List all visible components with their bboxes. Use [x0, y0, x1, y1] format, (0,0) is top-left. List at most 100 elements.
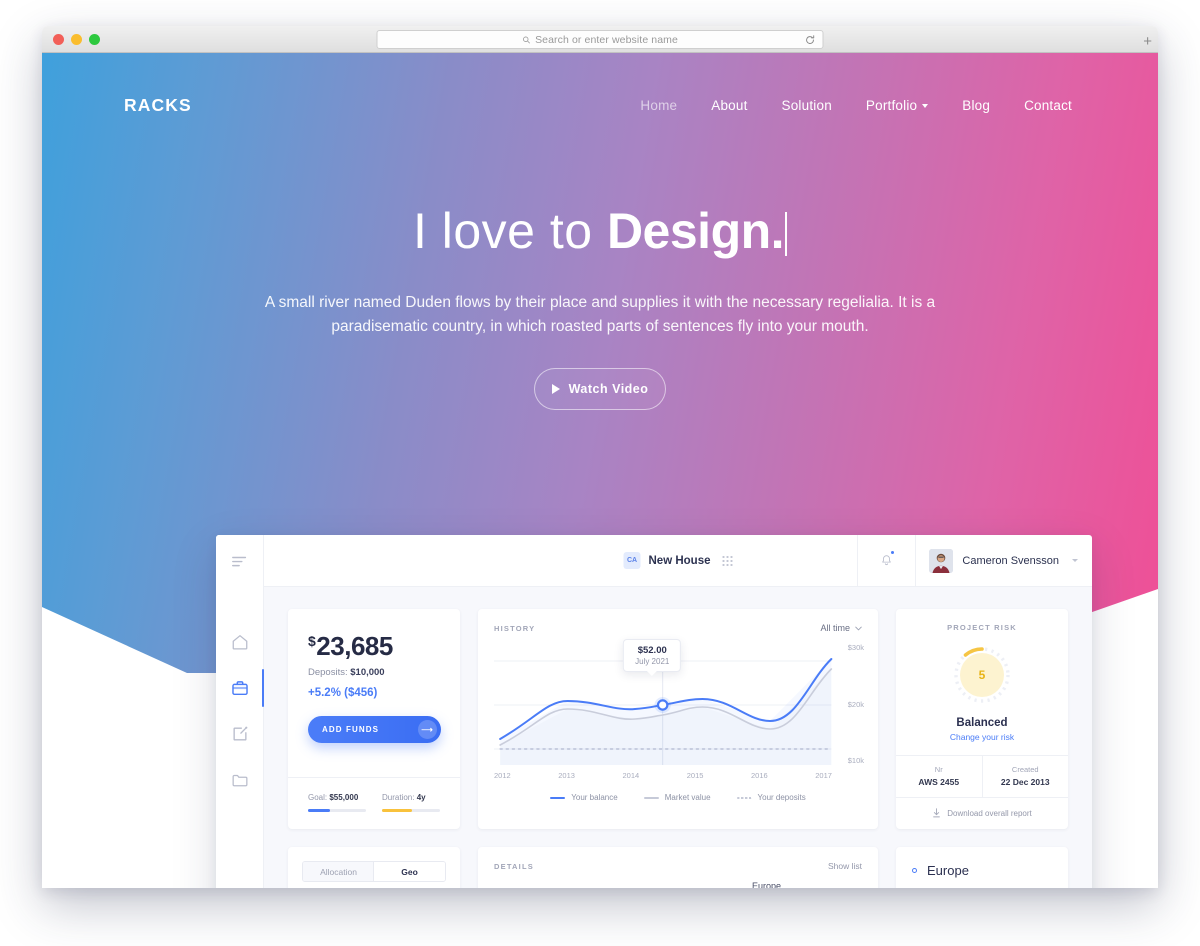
- duration-progress-track: [382, 809, 440, 812]
- world-map-dotted: [498, 877, 748, 888]
- risk-score: 5: [960, 653, 1004, 697]
- sidebar-active-indicator: [261, 669, 264, 707]
- topbar-right: Cameron Svensson: [857, 535, 1092, 586]
- minimize-window-button[interactable]: [71, 33, 82, 45]
- goal-progress-track: [308, 809, 366, 812]
- hero-title-bold: Design.: [606, 203, 785, 259]
- balance-card: $23,685 Deposits: $10,000 +5.2% ($456) A…: [288, 609, 460, 829]
- details-region-row: Europe 45%: [752, 881, 860, 888]
- details-header: DETAILS Show list: [494, 861, 862, 871]
- tab-allocation[interactable]: Allocation: [303, 862, 374, 881]
- site-logo[interactable]: RACKS: [124, 95, 192, 116]
- balance-card-footer: Goal: $55,000 Duration: 4y: [288, 777, 460, 829]
- nav-item-blog[interactable]: Blog: [962, 98, 990, 113]
- watch-video-label: Watch Video: [568, 382, 649, 397]
- change-risk-link[interactable]: Change your risk: [908, 732, 1056, 742]
- nav-item-home[interactable]: Home: [640, 98, 677, 113]
- x-tick-3: 2015: [686, 771, 704, 780]
- tab-geo[interactable]: Geo: [374, 862, 445, 881]
- dashboard-main: CA New House Cameron Svensson $23,685 De…: [264, 535, 1092, 888]
- history-y-axis: $30k $20k $10k: [848, 643, 864, 765]
- new-tab-button[interactable]: +: [1143, 34, 1152, 49]
- allocation-card: Allocation Geo: [288, 847, 460, 888]
- avatar-image: [929, 548, 954, 573]
- region-legend-row: Europe: [912, 863, 1052, 878]
- user-menu[interactable]: Cameron Svensson: [915, 535, 1092, 586]
- briefcase-icon: [231, 681, 248, 696]
- browser-titlebar: Search or enter website name +: [42, 26, 1158, 53]
- deposits-label: Deposits:: [308, 667, 351, 678]
- allocation-geo-toggle: Allocation Geo: [302, 861, 446, 882]
- nav-item-portfolio[interactable]: Portfolio: [865, 97, 929, 113]
- watch-video-button[interactable]: Watch Video: [534, 368, 666, 411]
- sidebar-item-briefcase[interactable]: [231, 669, 264, 707]
- menu-icon[interactable]: [231, 553, 249, 571]
- balance-change: +5.2% ($456): [308, 687, 378, 699]
- x-tick-4: 2016: [751, 771, 768, 780]
- download-report-label: Download overall report: [947, 808, 1032, 818]
- show-list-button[interactable]: Show list: [828, 861, 862, 871]
- nav-item-about-label: About: [711, 97, 748, 113]
- browser-window: Search or enter website name + RACKS Hom…: [42, 26, 1158, 888]
- balance-value: 23,685: [316, 631, 393, 661]
- notifications-button[interactable]: [857, 535, 915, 586]
- details-card: DETAILS Show list Europe: [478, 847, 878, 888]
- nav-item-portfolio-label: Portfolio: [865, 97, 918, 113]
- history-range-dropdown[interactable]: All time: [820, 623, 862, 633]
- chevron-down-icon: [1072, 559, 1078, 562]
- risk-gauge: 5: [951, 644, 1013, 706]
- nav-item-contact[interactable]: Contact: [1024, 98, 1072, 113]
- dashboard-row-top: $23,685 Deposits: $10,000 +5.2% ($456) A…: [288, 609, 1068, 829]
- legend-item-market: Market value: [643, 793, 711, 802]
- balance-card-top: $23,685 Deposits: $10,000 +5.2% ($456) A…: [288, 609, 460, 777]
- project-selector[interactable]: CA New House: [623, 552, 733, 569]
- nav-item-solution[interactable]: Solution: [782, 98, 832, 113]
- close-window-button[interactable]: [53, 33, 64, 45]
- x-tick-1: 2013: [558, 771, 575, 780]
- goal-value: $55,000: [329, 793, 359, 802]
- folder-icon[interactable]: [231, 771, 249, 789]
- export-icon[interactable]: [231, 725, 249, 743]
- chevron-down-icon: [922, 104, 929, 108]
- arrow-right-icon: ⟶: [418, 720, 437, 739]
- bell-icon: [882, 555, 892, 566]
- risk-state: Balanced: [956, 717, 1008, 729]
- y-tick-2: $10k: [847, 756, 864, 765]
- history-header: HISTORY All time: [494, 623, 862, 633]
- reload-icon[interactable]: [805, 34, 816, 45]
- add-funds-button[interactable]: ADD FUNDS ⟶: [308, 716, 441, 743]
- download-report-button[interactable]: Download overall report: [896, 797, 1068, 829]
- y-tick-0: $30k: [847, 643, 864, 652]
- address-bar[interactable]: Search or enter website name: [376, 30, 824, 49]
- hero-content: I love to Design. A small river named Du…: [42, 203, 1158, 411]
- y-tick-1: $20k: [847, 699, 864, 709]
- x-tick-5: 2017: [815, 771, 832, 780]
- balance-amount: $23,685: [308, 631, 440, 662]
- apps-grid-icon[interactable]: [722, 555, 733, 566]
- hero-angle-left: [42, 607, 187, 673]
- legend-item-balance: Your balance: [550, 793, 618, 802]
- nav-item-home-label: Home: [640, 97, 678, 113]
- risk-stats: Nr AWS 2455 Created 22 Dec 2013: [896, 755, 1068, 797]
- history-x-axis: 2012 2013 2014 2015 2016 2017: [494, 771, 862, 780]
- address-bar-placeholder: Search or enter website name: [535, 33, 678, 46]
- duration-label-row: Duration: 4y: [382, 793, 440, 802]
- project-risk-title: PROJECT RISK: [947, 623, 1017, 632]
- tooltip-date: July 2021: [635, 657, 670, 666]
- add-funds-label: ADD FUNDS: [322, 725, 380, 734]
- dashboard-mockup: CA New House Cameron Svensson $23,685 De…: [216, 535, 1092, 888]
- deposits-value: $10,000: [350, 667, 385, 678]
- tooltip-value: $52.00: [637, 645, 667, 656]
- nav-item-about[interactable]: About: [711, 98, 747, 113]
- risk-nr-value: AWS 2455: [918, 777, 960, 787]
- typing-cursor-icon: [785, 212, 788, 256]
- nav-item-solution-label: Solution: [781, 97, 832, 113]
- home-icon[interactable]: [231, 633, 249, 651]
- risk-nr-label: Nr: [934, 765, 943, 774]
- history-card: HISTORY All time $30k $20k $10k $52.00 J…: [478, 609, 878, 829]
- maximize-window-button[interactable]: [89, 33, 100, 45]
- chevron-down-icon: [855, 626, 862, 631]
- x-tick-2: 2014: [622, 771, 640, 780]
- search-icon: [522, 36, 530, 44]
- legend-label-deposits: Your deposits: [757, 793, 806, 802]
